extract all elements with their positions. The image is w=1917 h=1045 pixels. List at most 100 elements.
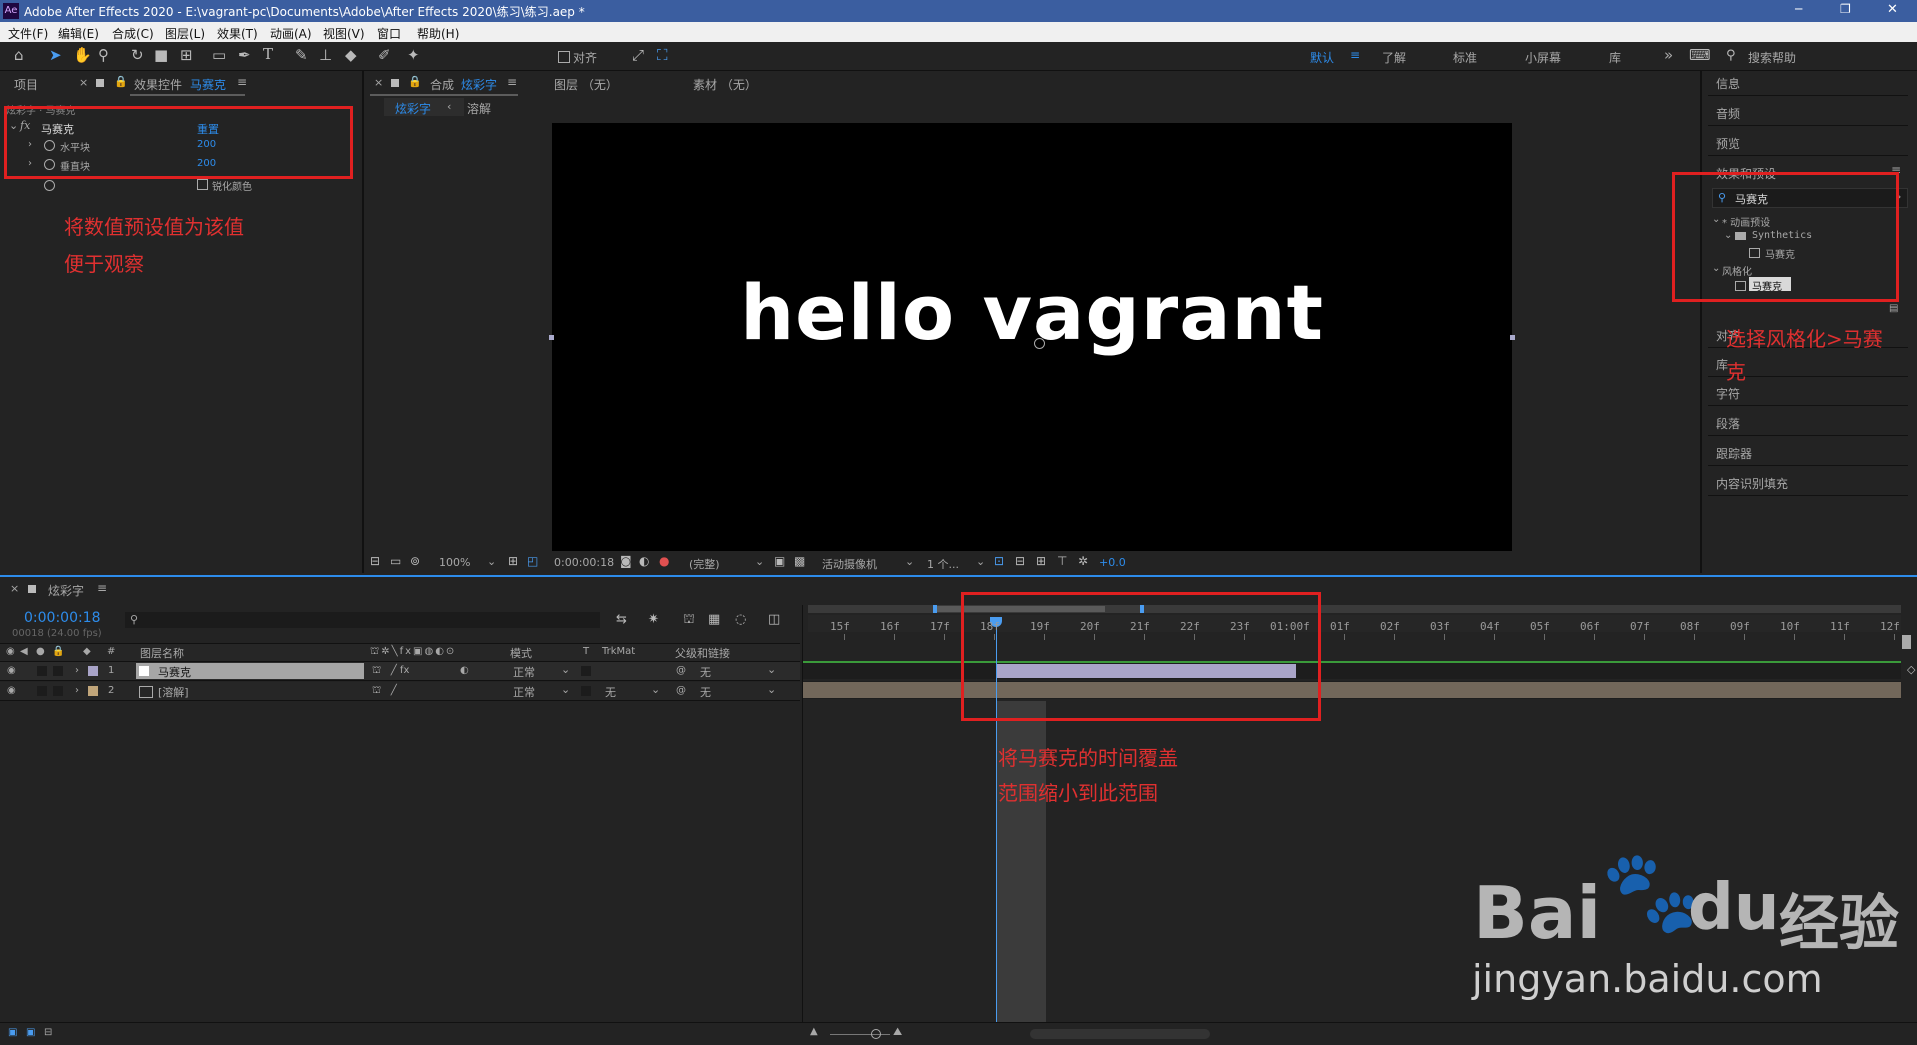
minimize-button[interactable]: ─ [1795, 2, 1802, 16]
workspace-learn[interactable]: 了解 [1382, 49, 1406, 66]
fast-previews-icon[interactable]: ▣ [774, 555, 785, 567]
panel-menu-icon[interactable]: ≡ [97, 581, 107, 595]
switch-box[interactable] [53, 666, 63, 676]
current-time-display[interactable]: 0:00:00:18 [554, 556, 614, 569]
tab-footage[interactable]: 素材 （无） [693, 76, 757, 93]
panel-content-aware-fill[interactable]: 内容识别填充 [1716, 475, 1788, 492]
switch-box[interactable] [37, 666, 47, 676]
workspace-library[interactable]: 库 [1609, 49, 1621, 66]
layer-label-color[interactable] [88, 666, 98, 676]
comp-flowchart-icon[interactable]: ⊞ [1036, 555, 1046, 567]
roto-brush-tool-icon[interactable]: ✐ [378, 48, 391, 63]
panel-tracker[interactable]: 跟踪器 [1716, 445, 1752, 462]
column-layer-name[interactable]: 图层名称 [140, 645, 184, 661]
label-icon[interactable]: ◆ [83, 646, 91, 657]
preserve-transparency-box[interactable] [581, 666, 591, 676]
workspace-menu-icon[interactable]: ≡ [1350, 48, 1360, 62]
layer-label-color[interactable] [88, 686, 98, 696]
solo-icon[interactable]: ● [36, 646, 45, 657]
chevron-down-icon[interactable]: ⌄ [487, 555, 496, 568]
channel-icon[interactable]: ● [659, 555, 669, 567]
ruler-end-marker[interactable] [1902, 635, 1911, 649]
reset-exposure-icon[interactable]: ✲ [1078, 555, 1088, 567]
chevron-down-icon[interactable]: ⌄ [755, 555, 764, 568]
menu-file[interactable]: 文件(F) [8, 25, 48, 42]
type-tool-icon[interactable]: T [263, 47, 273, 62]
workspace-default[interactable]: 默认 [1310, 49, 1334, 66]
zoom-out-icon[interactable]: ▲ [810, 1026, 818, 1037]
trkmat-dropdown[interactable]: 无 [605, 684, 616, 700]
lock-icon[interactable]: 🔒 [408, 75, 422, 88]
keyboard-icon[interactable]: ⌨ [1689, 48, 1711, 63]
panel-paragraph[interactable]: 段落 [1716, 415, 1740, 432]
table-row[interactable]: ◉ › 1 马赛克 ⛫ ╱ fx ◐ 正常 ⌄ @ 无 ⌄ [0, 662, 800, 681]
table-row[interactable]: ◉ › 2 [溶解] ⛫ ╱ 正常 ⌄ 无 ⌄ @ 无 ⌄ [0, 682, 800, 701]
safe-zones-icon[interactable]: ⊞ [508, 555, 518, 567]
workspace-standard[interactable]: 标准 [1453, 49, 1477, 66]
menu-view[interactable]: 视图(V) [323, 25, 365, 42]
panel-lock-icon[interactable] [96, 79, 104, 87]
viewer-canvas[interactable]: hello vagrant [552, 123, 1512, 551]
transparency-grid-icon[interactable]: ▩ [794, 555, 805, 567]
panel-lock-icon[interactable] [28, 585, 36, 593]
close-tab-icon[interactable]: × [79, 76, 88, 89]
chevron-down-icon[interactable]: ⌄ [651, 683, 660, 696]
column-trkmat[interactable]: TrkMat [602, 646, 635, 657]
flow-item-next[interactable]: 溶解 [467, 100, 491, 117]
always-preview-icon[interactable]: ⊟ [370, 555, 380, 567]
tab-effect-controls-layer[interactable]: 马赛克 [190, 76, 226, 93]
new-folder-icon[interactable]: ▤ [1889, 303, 1898, 314]
column-parent[interactable]: 父级和链接 [675, 645, 730, 661]
preserve-transparency-box[interactable] [581, 686, 591, 696]
panel-menu-icon[interactable]: ≡ [507, 75, 517, 89]
camera-tool-icon[interactable]: ■ [154, 48, 168, 63]
switch-box[interactable] [53, 686, 63, 696]
eye-icon[interactable]: ◉ [7, 685, 16, 696]
expand-layer-icon[interactable]: › [75, 685, 79, 696]
menu-composition[interactable]: 合成(C) [112, 25, 154, 42]
chevron-down-icon[interactable]: ⌄ [561, 683, 570, 696]
panel-info[interactable]: 信息 [1716, 75, 1740, 92]
adjustment-icon[interactable]: ◐ [460, 665, 469, 676]
work-area-start-handle[interactable] [933, 605, 937, 613]
switch-box[interactable] [37, 686, 47, 696]
show-snapshot-icon[interactable]: ◐ [639, 555, 649, 567]
workspace-small-screen[interactable]: 小屏幕 [1525, 49, 1561, 66]
close-button[interactable]: ✕ [1887, 2, 1898, 17]
chevron-down-icon[interactable]: ⌄ [905, 555, 914, 568]
clone-stamp-tool-icon[interactable]: ⊥ [319, 48, 332, 63]
resolution-dropdown[interactable]: (完整) [689, 556, 720, 572]
camera-dropdown[interactable]: 活动摄像机 [822, 556, 877, 572]
tab-layer[interactable]: 图层 （无） [554, 76, 618, 93]
eraser-tool-icon[interactable]: ◆ [345, 48, 357, 63]
exposure-value[interactable]: +0.0 [1099, 556, 1126, 569]
switches-icons[interactable]: ⛫ ╱ fx [372, 665, 409, 678]
hide-shy-layers-icon[interactable]: ⛫ [683, 613, 695, 626]
menu-edit[interactable]: 编辑(E) [58, 25, 99, 42]
zoom-dropdown[interactable]: 100% [439, 556, 470, 569]
mask-visibility-icon[interactable]: ⊚ [410, 555, 420, 567]
selection-tool-icon[interactable]: ➤ [49, 48, 62, 63]
toggle-switches-icon[interactable]: ▣ [8, 1027, 17, 1038]
tab-composition-name[interactable]: 炫彩字 [461, 76, 497, 93]
motion-blur-icon[interactable]: ◌ [735, 613, 746, 626]
mode-dropdown[interactable]: 正常 [513, 684, 535, 700]
hand-tool-icon[interactable]: ✋ [73, 48, 92, 63]
rectangle-tool-icon[interactable]: ▭ [212, 48, 226, 63]
render-time-icon[interactable]: ⊟ [44, 1027, 52, 1038]
expand-layer-icon[interactable]: › [75, 665, 79, 676]
panel-lock-icon[interactable] [391, 79, 399, 87]
panel-menu-icon[interactable]: ≡ [237, 75, 247, 89]
lock-icon[interactable]: 🔒 [52, 646, 64, 657]
rotate-tool-icon[interactable]: ↻ [131, 48, 144, 63]
pickwhip-icon[interactable]: @ [676, 665, 686, 676]
tab-effect-controls[interactable]: 效果控件 [134, 76, 182, 93]
menu-effect[interactable]: 效果(T) [217, 25, 258, 42]
bounding-handle[interactable] [549, 335, 554, 340]
close-tab-icon[interactable]: × [374, 76, 383, 89]
search-help-input[interactable]: 搜索帮助 [1748, 49, 1796, 66]
panel-audio[interactable]: 音频 [1716, 105, 1740, 122]
keyframe-nav-icon[interactable]: ◇ [1907, 663, 1915, 676]
timeline-timecode[interactable]: 0:00:00:18 [24, 610, 101, 626]
audio-icon[interactable]: ◀ [20, 646, 28, 657]
